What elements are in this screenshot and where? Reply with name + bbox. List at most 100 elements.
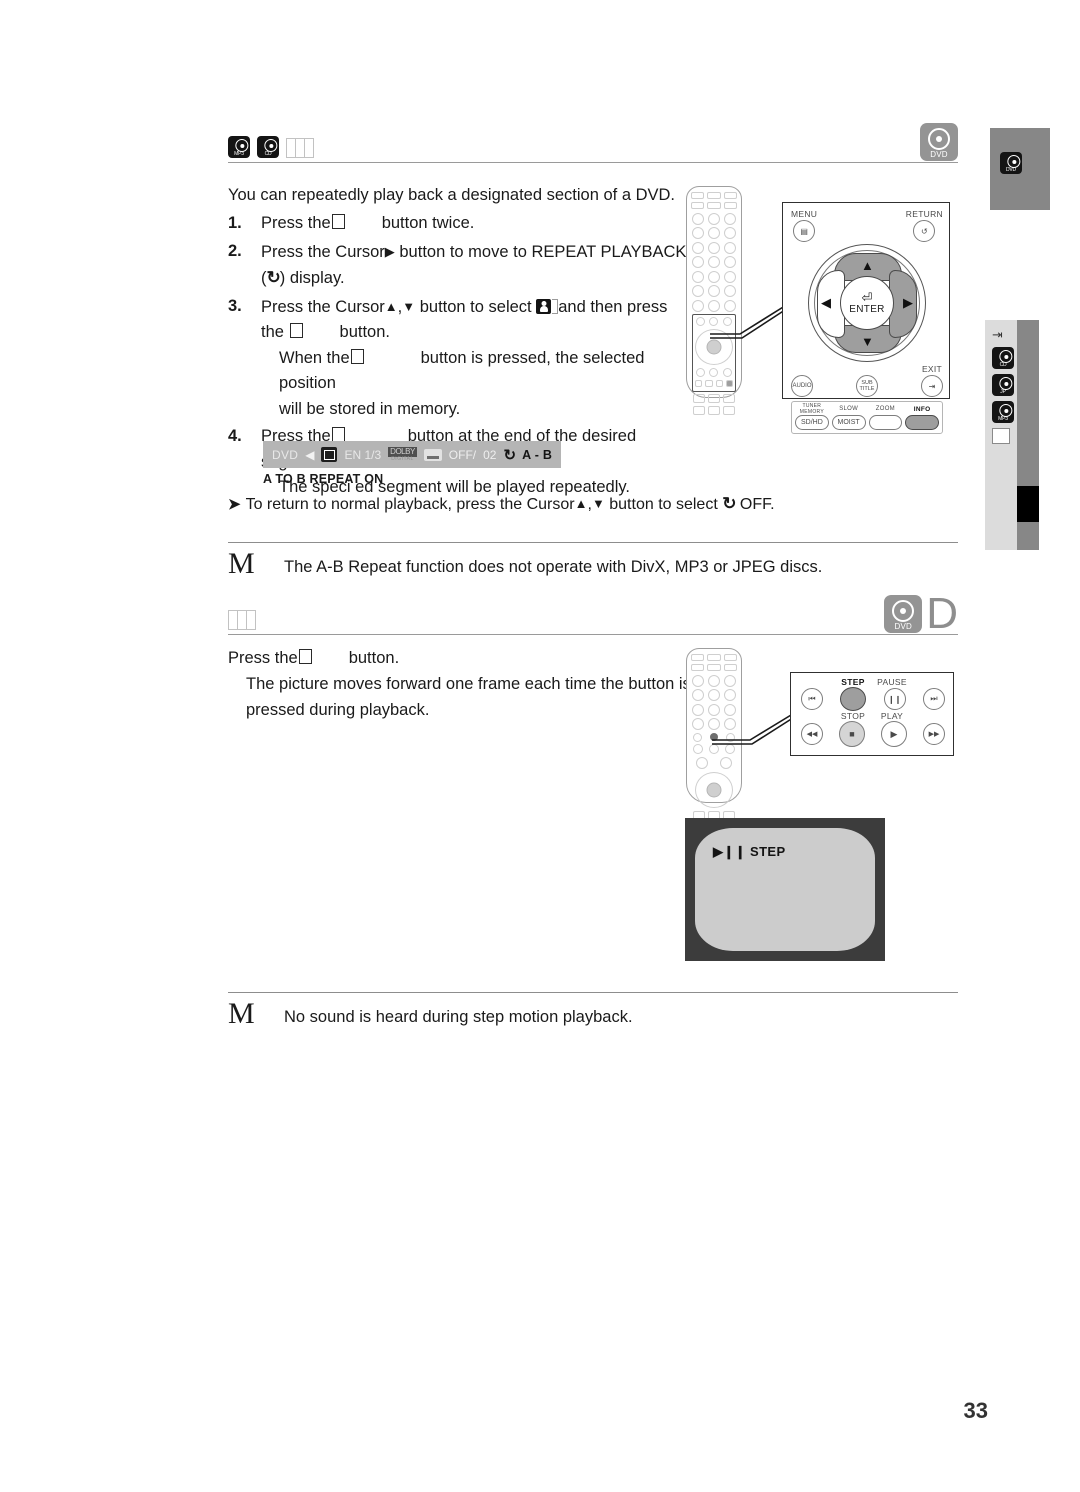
- dvd-badge-icon: DVD: [920, 123, 958, 161]
- cursor-left-arrow-icon: ◀: [821, 295, 831, 310]
- rewind-button[interactable]: ◀◀: [801, 723, 823, 745]
- subtitle-button[interactable]: SUB TITLE: [856, 375, 878, 397]
- osd-caption: A TO B REPEAT ON: [263, 472, 384, 486]
- prev-button[interactable]: ⏮: [801, 688, 823, 710]
- osd-subtitle-icon: [423, 448, 442, 461]
- return-button[interactable]: ↺: [913, 220, 936, 242]
- cursor-down-glyph: ▼: [402, 298, 416, 314]
- slow-moist-button[interactable]: MOIST: [831, 415, 866, 430]
- play-pause-icon: ▶❙❙: [713, 844, 746, 859]
- tv-step-label: STEP: [750, 844, 786, 859]
- title-placeholder: [286, 138, 314, 158]
- note-text: The A-B Repeat function does not operate…: [284, 558, 823, 576]
- remote-control-full-ab: [686, 186, 742, 415]
- bullet-arrow-icon: ➤: [228, 496, 241, 513]
- mp3-disc-icon: MP3: [228, 136, 250, 158]
- osd-dolby-icon: DOLBY DIGITAL: [388, 447, 417, 462]
- disc-icon-3: MP3: [992, 401, 1014, 423]
- repeat-glyph: ↻: [266, 268, 281, 287]
- page-number: 33: [963, 1398, 988, 1423]
- exit-label: EXIT: [921, 364, 943, 374]
- osd-subtitle-value: OFF/: [448, 447, 477, 462]
- cursor-up-arrow-icon: ▲: [861, 258, 874, 273]
- manual-page: DVD ⇥ CD JP MP3 MP3 CD DVD You can repea…: [0, 0, 1080, 1492]
- tv-screen-illustration: ▶❙❙ STEP: [685, 818, 885, 961]
- section-badge-dvd: DVD: [920, 123, 958, 161]
- title-placeholder: [228, 610, 256, 630]
- blank-button-icon: [350, 348, 364, 364]
- cursor-down-glyph: ▼: [591, 496, 605, 511]
- remote-detail-callout-ab: MENU ▤ RETURN ↺ ▲ ▼ ▶ ◀ ⏎ ENTER AUDIO SU…: [782, 202, 950, 434]
- cursor-dpad: ▲ ▼ ▶ ◀ ⏎ ENTER: [808, 244, 926, 362]
- remote-control-full-step: [686, 648, 742, 820]
- transport-detail-callout: STEP PAUSE ⏮ ❙❙ ⏭ STOP PLAY ◀◀ ■ ▶ ▶▶: [790, 672, 954, 756]
- cursor-up-glyph: ▲: [384, 298, 398, 314]
- tv-step-indicator: ▶❙❙ STEP: [713, 844, 786, 860]
- blank-button-icon: [331, 214, 345, 229]
- disc-icon-1: CD: [992, 347, 1014, 369]
- disc-icon-2: JP: [992, 374, 1014, 396]
- exit-button[interactable]: ⇥: [921, 375, 943, 397]
- audio-button[interactable]: AUDIO: [791, 375, 813, 397]
- osd-language: EN 1/3: [344, 447, 382, 462]
- note-marker: M: [228, 997, 255, 1030]
- edge-tab-top: DVD: [990, 128, 1050, 210]
- note-step-motion: M No sound is heard during step motion p…: [228, 992, 958, 1029]
- osd-repeat-icon: ↻: [503, 446, 516, 464]
- slow-caption: SLOW: [839, 406, 859, 412]
- cd-disc-icon: CD: [257, 136, 279, 158]
- note-ab-repeat: M The A-B Repeat function does not opera…: [228, 542, 958, 579]
- osd-angle-icon: [321, 447, 338, 462]
- play-button[interactable]: ▶: [881, 721, 907, 747]
- next-button[interactable]: ⏭: [922, 688, 945, 710]
- step-motion-note: The picture moves forward one frame each…: [246, 675, 691, 719]
- dvd-disc-icon: DVD: [1000, 152, 1022, 174]
- stop-button[interactable]: ■: [839, 721, 865, 747]
- fast-forward-button[interactable]: ▶▶: [923, 723, 945, 745]
- osd-display-group: DVD ◀ EN 1/3 DOLBY DIGITAL OFF/ 02 ↻ A -…: [263, 441, 562, 486]
- menu-button[interactable]: ▤: [793, 220, 816, 242]
- ab-repeat-intro: You can repeatedly play back a designate…: [228, 186, 676, 204]
- remote-highlight-region-dpad: [692, 314, 736, 392]
- osd-bar: DVD ◀ EN 1/3 DOLBY DIGITAL OFF/ 02 ↻ A -…: [263, 441, 562, 468]
- cursor-right-glyph: ▶: [384, 243, 395, 259]
- step-2: 2. Press the Cursor▶ button to move to R…: [228, 241, 687, 288]
- pause-button[interactable]: ❙❙: [883, 688, 906, 710]
- remote-highlight-region-step: [691, 732, 737, 742]
- osd-source-label: DVD: [272, 447, 299, 462]
- info-button[interactable]: [905, 415, 939, 430]
- cursor-down-arrow-icon: ▼: [861, 334, 874, 349]
- step-button[interactable]: [840, 687, 867, 711]
- section-badge-dvd-step: DVD D: [884, 592, 958, 636]
- pause-label: PAUSE: [877, 677, 907, 687]
- return-label: RETURN: [905, 209, 943, 219]
- hdmi-icon: ⇥: [992, 327, 1003, 342]
- step-1: 1. Press the button twice.: [228, 214, 475, 232]
- ab-repeat-icon: [536, 298, 552, 314]
- blank-button-icon: [289, 323, 303, 338]
- stop-label: STOP: [840, 711, 866, 721]
- edge-tab-lower-bar: [1017, 320, 1039, 550]
- note-marker: M: [228, 547, 255, 580]
- enter-button[interactable]: ⏎ ENTER: [840, 276, 894, 330]
- step-3-note: When the button is pressed, the selected …: [279, 348, 645, 418]
- dvd-badge-icon: DVD: [884, 595, 923, 633]
- info-caption: INFO: [913, 406, 931, 413]
- blank-button-icon: [331, 427, 345, 442]
- blank-button-icon: [298, 649, 312, 664]
- zoom-button[interactable]: [868, 415, 903, 430]
- play-label: PLAY: [880, 711, 904, 721]
- repeat-glyph: ↻: [722, 494, 736, 513]
- osd-repeat-mode: A - B: [522, 447, 553, 462]
- tuner-memory-caption-2: MEMORY: [799, 408, 824, 415]
- section-header-ab-repeat: MP3 CD DVD: [228, 123, 958, 163]
- osd-prev-arrow-icon: ◀: [305, 447, 315, 462]
- step-label: STEP: [841, 677, 865, 687]
- menu-label: MENU: [791, 209, 818, 219]
- step-3: 3. Press the Cursor▲,▼ button to select …: [228, 294, 698, 423]
- step-motion-instruction: Press the button. The picture moves forwa…: [228, 645, 698, 723]
- osd-chapter: 02: [483, 447, 497, 462]
- sd-hd-button[interactable]: SD/HD: [795, 415, 829, 430]
- zoom-caption: ZOOM: [875, 406, 895, 412]
- cursor-up-glyph: ▲: [574, 496, 588, 511]
